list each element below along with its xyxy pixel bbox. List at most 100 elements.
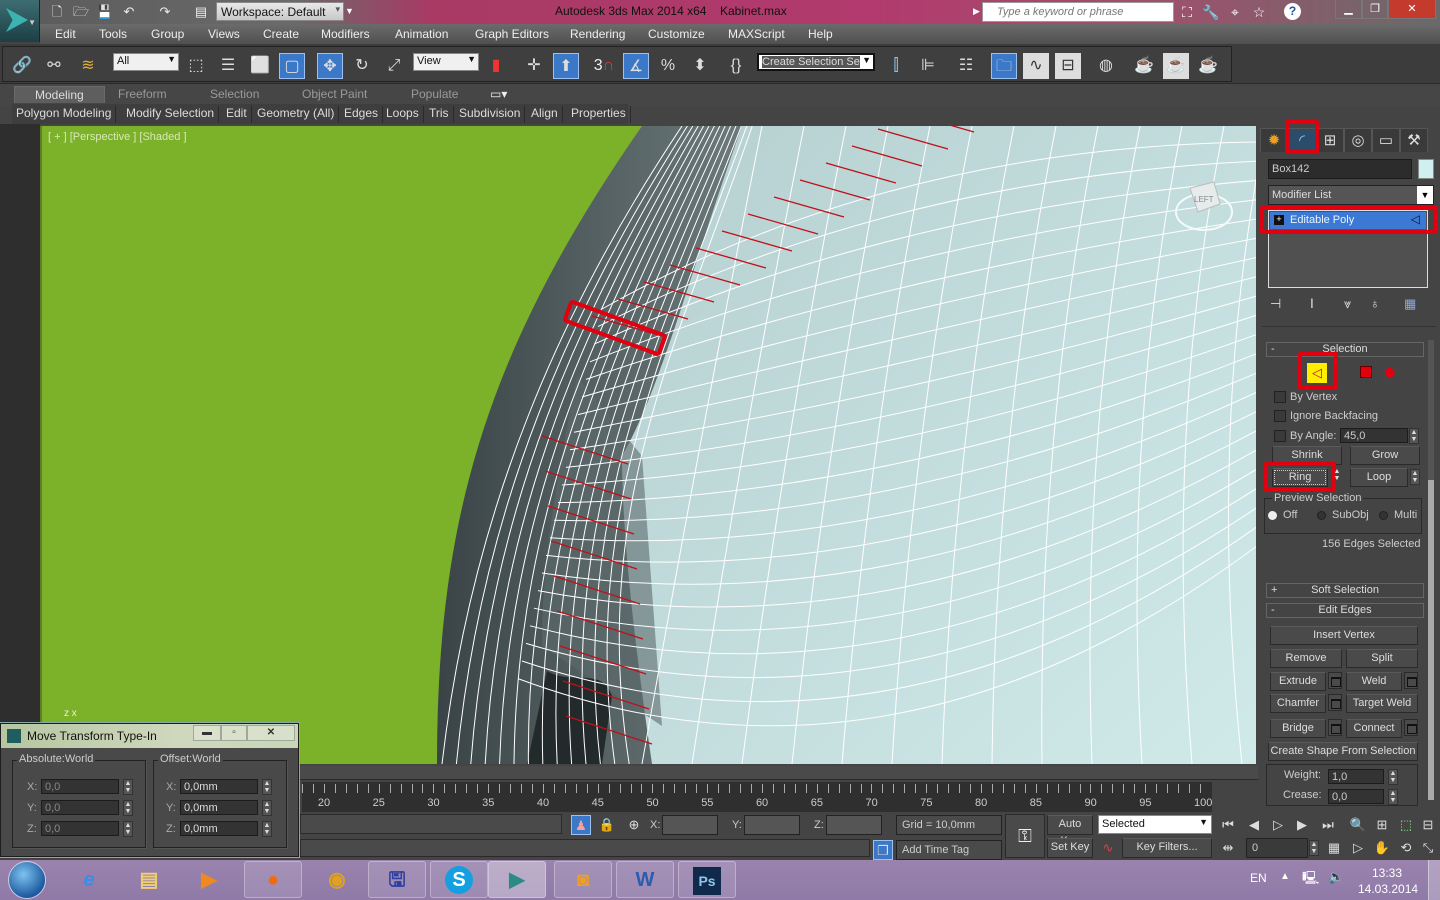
angle-spinner[interactable]: ▲ ▼	[1409, 428, 1419, 444]
menu-edit[interactable]: Edit	[55, 27, 76, 41]
menu-graph-editors[interactable]: Graph Editors	[475, 27, 549, 41]
element-mode-icon[interactable]: ⬢	[1384, 365, 1395, 381]
crease-input[interactable]: 0,0	[1328, 789, 1384, 804]
panel-edges[interactable]: Edges	[340, 106, 384, 123]
extrude-settings-icon[interactable]	[1328, 672, 1342, 689]
configure-sets-icon[interactable]: ▦	[1404, 296, 1416, 312]
key-filters-button[interactable]: Key Filters...	[1122, 838, 1212, 858]
menu-maxscript[interactable]: MAXScript	[728, 27, 785, 41]
rollup-edit-edges[interactable]: - Edit Edges	[1266, 603, 1424, 618]
preview-subobj-radio[interactable]	[1317, 511, 1326, 520]
offset-y-input[interactable]: 0,0mm	[180, 800, 258, 815]
zoom-all-icon[interactable]: ⊞	[1372, 815, 1392, 835]
rollup-selection[interactable]: - Selection	[1266, 342, 1424, 357]
menu-group[interactable]: Group	[151, 27, 184, 41]
default-tangent-icon[interactable]: ∿	[1098, 838, 1118, 858]
grow-button[interactable]: Grow	[1350, 446, 1420, 465]
new-file-icon[interactable]: 🗋	[48, 3, 66, 21]
panel-tris[interactable]: Tris	[425, 106, 454, 123]
select-object-icon[interactable]: ⬚	[183, 53, 209, 79]
absolute-mode-icon[interactable]: ⊕	[624, 815, 644, 835]
create-tab-icon[interactable]: ✹	[1260, 128, 1288, 152]
clock-time[interactable]: 13:33	[1372, 866, 1402, 880]
abs-z-input[interactable]: 0,0	[41, 821, 119, 836]
project-folder-icon[interactable]: ▤	[192, 3, 210, 21]
weld-button[interactable]: Weld	[1346, 672, 1402, 691]
application-menu-button[interactable]: ▼	[0, 0, 40, 42]
undo-icon[interactable]: ↶	[120, 3, 138, 21]
connect-button[interactable]: Connect	[1346, 719, 1402, 738]
selection-filter-dropdown[interactable]: All ▼	[113, 53, 179, 71]
skype-icon[interactable]: S	[430, 861, 488, 898]
remove-modifier-icon[interactable]: ♁	[1370, 296, 1380, 311]
close-button[interactable]: ✕	[1388, 0, 1436, 19]
star-icon[interactable]: ☆	[1250, 3, 1268, 21]
chamfer-settings-icon[interactable]	[1328, 694, 1342, 711]
abs-x-spinner[interactable]: ▲ ▼	[123, 779, 133, 795]
z-coordinate-field[interactable]	[826, 815, 882, 835]
language-indicator[interactable]: EN	[1250, 871, 1267, 885]
tab-selection[interactable]: Selection	[210, 87, 259, 101]
crease-spinner[interactable]: ▲ ▼	[1388, 789, 1398, 805]
menu-create[interactable]: Create	[263, 27, 299, 41]
insert-vertex-button[interactable]: Insert Vertex	[1270, 626, 1418, 645]
motion-tab-icon[interactable]: ◎	[1344, 128, 1372, 152]
connect-settings-icon[interactable]	[1404, 719, 1418, 736]
menu-views[interactable]: Views	[208, 27, 240, 41]
weight-input[interactable]: 1,0	[1328, 769, 1384, 784]
y-coordinate-field[interactable]	[744, 815, 800, 835]
firefox-icon[interactable]: ●	[244, 861, 302, 898]
play-icon[interactable]: ▷	[1268, 815, 1288, 835]
unlink-icon[interactable]: ⚯	[41, 53, 67, 79]
offset-y-spinner[interactable]: ▲ ▼	[262, 800, 272, 816]
material-editor-icon[interactable]: ◍	[1093, 53, 1119, 79]
orbit-icon[interactable]: ⟲	[1396, 838, 1416, 858]
remove-button[interactable]: Remove	[1270, 649, 1342, 668]
zoom-icon[interactable]: 🔍	[1348, 815, 1368, 835]
panel-polygon-modeling[interactable]: Polygon Modeling	[12, 106, 117, 123]
select-and-scale-icon[interactable]: ⤢	[381, 53, 407, 79]
offset-z-spinner[interactable]: ▲ ▼	[262, 821, 272, 837]
time-configuration-icon[interactable]: ▦	[1324, 838, 1344, 858]
dialog-minimize-button[interactable]: ▬	[193, 725, 221, 741]
object-color-swatch[interactable]	[1418, 159, 1434, 179]
preview-off-radio[interactable]	[1268, 511, 1277, 520]
loop-button[interactable]: Loop	[1350, 468, 1408, 487]
mirror-icon[interactable]: ⫿	[883, 53, 909, 79]
x-coordinate-field[interactable]	[662, 815, 718, 835]
set-key-button[interactable]: Set Key	[1047, 838, 1093, 858]
current-frame-field[interactable]: 0	[1246, 838, 1308, 858]
select-by-name-icon[interactable]: ☰	[215, 53, 241, 79]
abs-x-input[interactable]: 0,0	[41, 779, 119, 794]
weight-spinner[interactable]: ▲ ▼	[1388, 769, 1398, 785]
loop-spinner[interactable]: ▲ ▼	[1410, 469, 1420, 485]
panel-subdivision[interactable]: Subdivision	[455, 106, 526, 123]
add-time-tag-icon[interactable]: ❐	[873, 840, 893, 860]
align-icon[interactable]: ⊫	[915, 53, 941, 79]
menu-tools[interactable]: Tools	[99, 27, 127, 41]
viewcube[interactable]: LEFT	[1172, 174, 1236, 238]
abs-y-input[interactable]: 0,0	[41, 800, 119, 815]
offset-x-input[interactable]: 0,0mm	[180, 779, 258, 794]
spinner-snap-icon[interactable]: ⬍	[687, 53, 713, 79]
next-frame-icon[interactable]: ▶	[1292, 815, 1312, 835]
open-file-icon[interactable]: 🗁	[72, 3, 90, 21]
key-icon[interactable]: 🔧	[1202, 3, 1220, 21]
split-button[interactable]: Split	[1346, 649, 1418, 668]
panel-align[interactable]: Align	[527, 106, 563, 123]
internet-explorer-icon[interactable]: e	[60, 861, 118, 898]
maxscript-listener[interactable]	[300, 814, 562, 834]
key-mode-toggle-icon[interactable]: ⇹	[1218, 838, 1238, 858]
tab-freeform[interactable]: Freeform	[118, 87, 167, 101]
3ds-max-icon[interactable]: ▶	[488, 861, 546, 898]
track-bar[interactable]: 20 25 30 35 40 45 50 55 60 65 70 75 80 85 90 95 100	[302, 782, 1212, 812]
satellite-icon[interactable]: ⌖	[1226, 3, 1244, 21]
dialog-close-button[interactable]: ✕	[247, 725, 295, 741]
extrude-button[interactable]: Extrude	[1270, 672, 1326, 691]
keyboard-shortcut-override-icon[interactable]: ⬆	[553, 53, 579, 79]
show-desktop-button[interactable]	[1428, 860, 1440, 900]
schematic-view-icon[interactable]: ⊟	[1055, 53, 1081, 79]
by-vertex-checkbox[interactable]	[1274, 391, 1286, 403]
file-explorer-icon[interactable]: ▤	[120, 861, 178, 898]
select-manipulate-icon[interactable]: ✛	[521, 53, 547, 79]
